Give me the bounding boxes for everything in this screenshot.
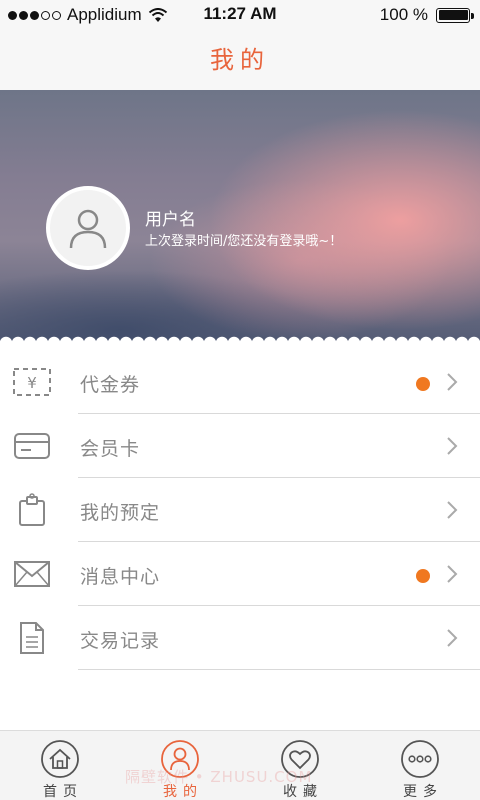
scallop-edge (0, 333, 480, 342)
menu-item-label: 代金券 (80, 374, 141, 396)
avatar[interactable] (46, 186, 130, 270)
heart-icon (281, 740, 319, 778)
chevron-right-icon (447, 501, 458, 519)
clipboard-icon (12, 492, 52, 528)
menu-item-label: 会员卡 (80, 438, 141, 460)
page-title: 我的 (210, 46, 270, 74)
chevron-right-icon (447, 565, 458, 583)
menu-item-voucher[interactable]: ¥ 代金券 (0, 350, 480, 414)
status-bar: Applidium 11:27 AM 100 % (0, 0, 480, 30)
tab-more[interactable]: 更多 (360, 731, 480, 800)
notification-badge (416, 377, 430, 391)
mail-icon (12, 556, 52, 592)
tab-label: 我的 (163, 784, 203, 800)
navigation-bar: 我的 (0, 30, 480, 90)
menu-item-label: 我的预定 (80, 502, 161, 524)
user-icon (161, 740, 199, 778)
username[interactable]: 用户名 (145, 205, 196, 230)
menu-item-messages[interactable]: 消息中心 (0, 542, 480, 606)
tab-label: 首页 (43, 784, 83, 800)
battery-icon (436, 7, 474, 23)
chevron-right-icon (447, 373, 458, 391)
more-icon (401, 740, 439, 778)
menu-list: ¥ 代金券 会员卡 我的预定 消息中心 交易记录 (0, 350, 480, 670)
divider (78, 669, 480, 670)
tab-label: 收藏 (283, 784, 323, 800)
status-right: 100 % (379, 5, 474, 25)
tab-home[interactable]: 首页 (0, 731, 120, 800)
tab-favorites[interactable]: 收藏 (240, 731, 360, 800)
last-login-text: 上次登录时间/您还没有登录哦~！ (145, 234, 343, 249)
tab-mine[interactable]: 我的 (120, 731, 240, 800)
menu-item-transactions[interactable]: 交易记录 (0, 606, 480, 670)
tab-label: 更多 (403, 784, 443, 800)
home-icon (41, 740, 79, 778)
menu-item-label: 消息中心 (80, 566, 161, 588)
profile-banner: 用户名 上次登录时间/您还没有登录哦~！ (0, 90, 480, 342)
battery-fill (438, 10, 468, 20)
voucher-icon: ¥ (12, 364, 52, 400)
svg-text:¥: ¥ (27, 374, 37, 392)
document-icon (12, 620, 52, 656)
notification-badge (416, 569, 430, 583)
menu-item-reservations[interactable]: 我的预定 (0, 478, 480, 542)
card-icon (12, 428, 52, 464)
menu-item-member-card[interactable]: 会员卡 (0, 414, 480, 478)
menu-item-label: 交易记录 (80, 630, 161, 652)
battery-percent: 100 % (379, 5, 428, 24)
chevron-right-icon (447, 437, 458, 455)
tab-bar: 首页 我的 收藏 更多 (0, 730, 480, 800)
chevron-right-icon (447, 629, 458, 647)
user-placeholder-icon (69, 209, 107, 249)
